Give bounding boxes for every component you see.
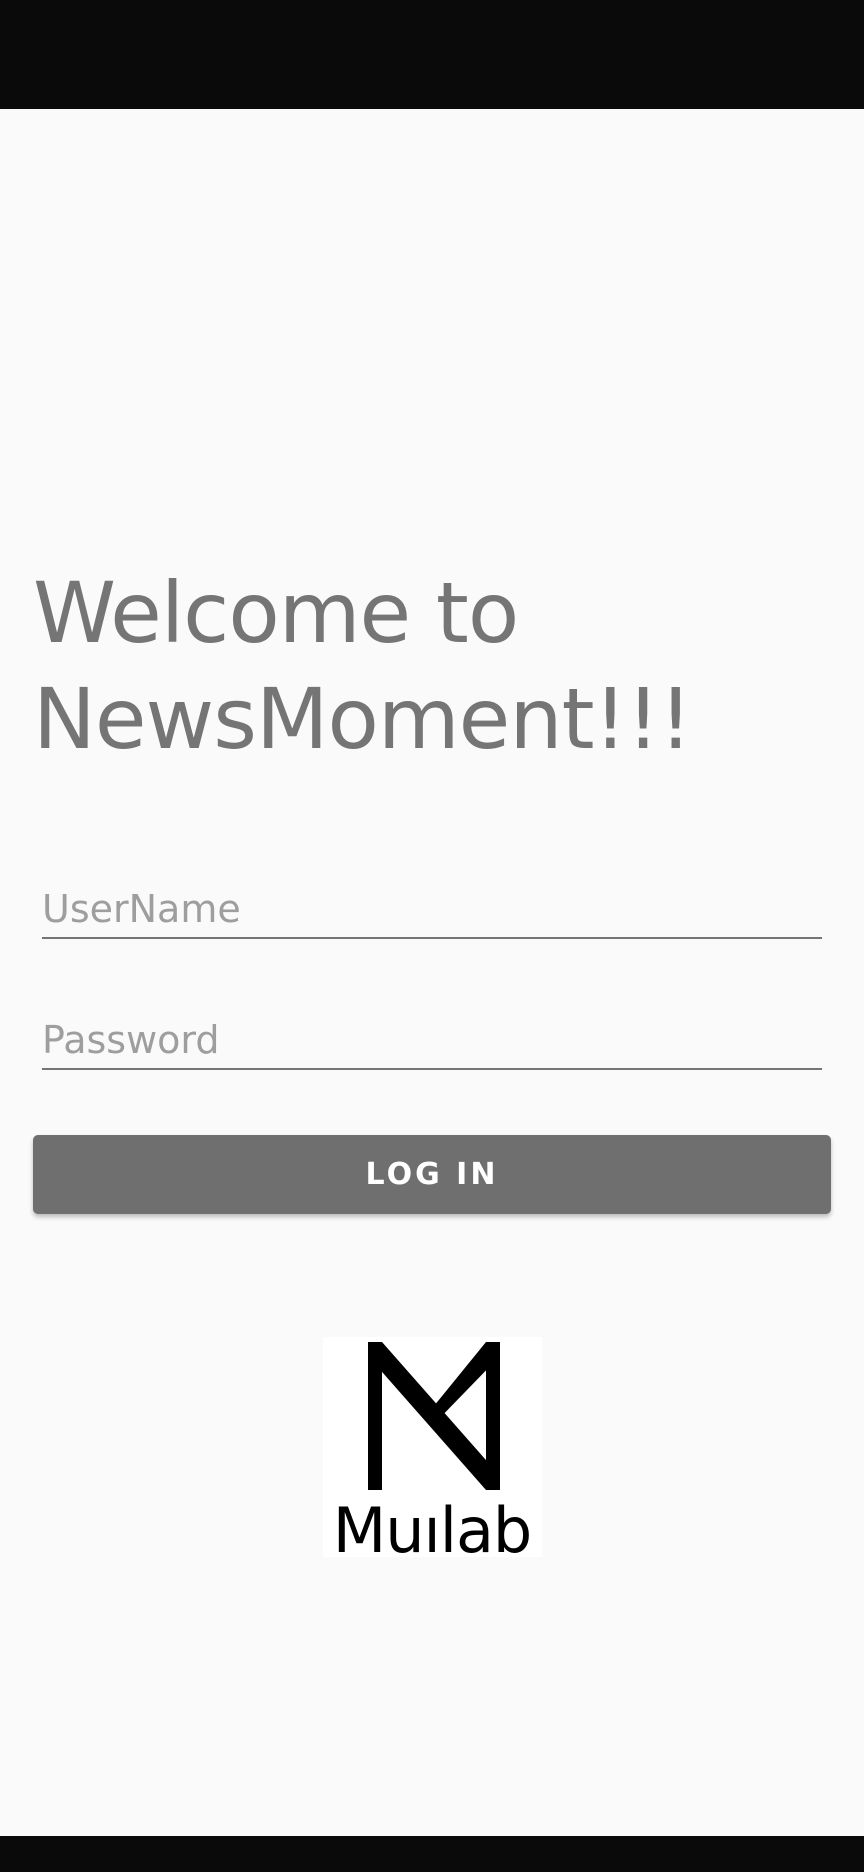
username-field[interactable] <box>42 881 822 939</box>
status-bar <box>0 0 864 109</box>
welcome-title-line1: Welcome to <box>33 564 519 662</box>
welcome-title-line2: NewsMoment!!! <box>33 670 693 768</box>
login-button[interactable]: LOG IN <box>33 1135 831 1214</box>
muilab-logo-icon: Muılab <box>333 1342 532 1557</box>
navigation-bar <box>0 1836 864 1872</box>
welcome-title: Welcome to NewsMoment!!! <box>33 560 833 772</box>
muilab-logo-text: Muılab <box>333 1494 532 1557</box>
password-field[interactable] <box>42 1012 822 1070</box>
muilab-logo: Muılab <box>323 1337 542 1557</box>
